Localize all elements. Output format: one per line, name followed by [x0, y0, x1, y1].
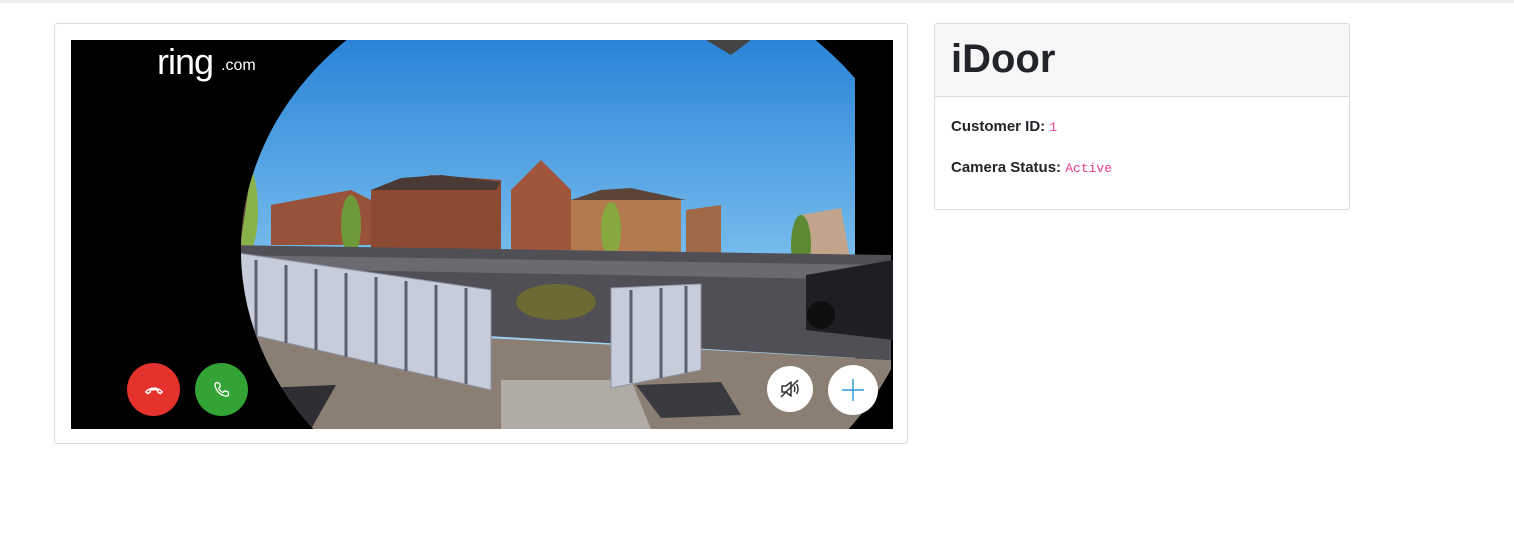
add-button[interactable]	[828, 365, 878, 415]
camera-status-label: Camera Status:	[951, 159, 1062, 176]
plus-icon	[842, 379, 864, 401]
hang-up-button[interactable]	[127, 363, 180, 416]
video-card: ring .com	[54, 23, 908, 444]
top-divider	[0, 0, 1514, 3]
customer-id-row: Customer ID: 1	[951, 117, 1333, 138]
camera-status-row: Camera Status: Active	[951, 158, 1333, 179]
speaker-muted-icon	[780, 379, 799, 398]
doorbell-video-feed: ring .com	[71, 40, 893, 429]
mute-button[interactable]	[767, 366, 813, 412]
device-info-body: Customer ID: 1 Camera Status: Active	[935, 97, 1349, 179]
device-info-header: iDoor	[935, 24, 1349, 97]
phone-icon	[213, 381, 229, 397]
camera-feed-image	[71, 40, 893, 429]
customer-id-label: Customer ID:	[951, 118, 1046, 135]
device-title: iDoor	[951, 37, 1056, 81]
hang-up-phone-icon	[144, 386, 163, 394]
brand-logo: ring	[157, 41, 214, 82]
answer-call-button[interactable]	[195, 363, 248, 416]
device-info-card: iDoor Customer ID: 1 Camera Status: Acti…	[934, 23, 1350, 210]
camera-status-value: Active	[1065, 161, 1113, 176]
customer-id-value: 1	[1049, 120, 1058, 135]
brand-logo-suffix: .com	[221, 57, 256, 74]
